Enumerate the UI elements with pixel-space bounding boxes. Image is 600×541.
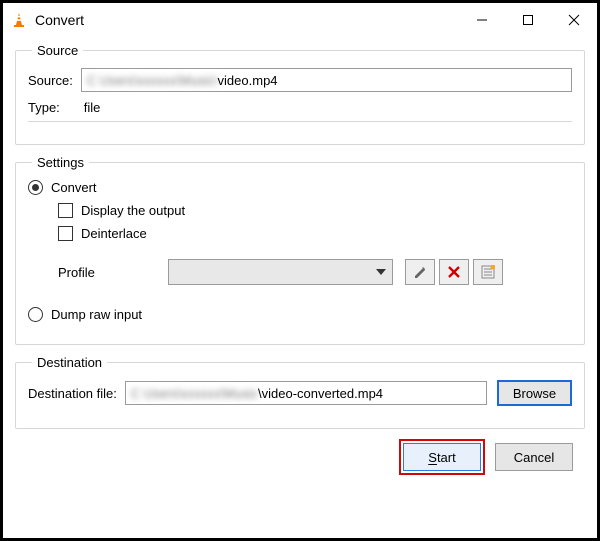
vlc-cone-icon [11, 12, 27, 28]
destination-path-obscured: C Users\xxxxxx\Music [131, 386, 258, 401]
convert-radio[interactable] [28, 180, 43, 195]
cancel-button[interactable]: Cancel [495, 443, 573, 471]
x-icon [448, 266, 460, 278]
destination-legend: Destination [32, 355, 107, 370]
type-label: Type: [28, 100, 60, 115]
convert-radio-row[interactable]: Convert [28, 180, 572, 195]
profile-combobox[interactable] [168, 259, 393, 285]
start-label: Start [428, 450, 455, 465]
settings-group: Settings Convert Display the output Dein… [15, 155, 585, 345]
deinterlace-row[interactable]: Deinterlace [58, 226, 572, 241]
dialog-footer: Start Cancel [15, 439, 585, 471]
destination-group: Destination Destination file: C Users\xx… [15, 355, 585, 429]
display-output-row[interactable]: Display the output [58, 203, 572, 218]
delete-profile-button[interactable] [439, 259, 469, 285]
new-list-icon [481, 265, 495, 279]
start-button[interactable]: Start [403, 443, 481, 471]
type-value: file [84, 100, 101, 115]
destination-input[interactable]: C Users\xxxxxx\Music \video-converted.mp… [125, 381, 487, 405]
browse-button[interactable]: Browse [497, 380, 572, 406]
profile-label: Profile [58, 265, 168, 280]
cancel-label: Cancel [514, 450, 554, 465]
destination-label: Destination file: [28, 386, 117, 401]
dialog-content: Source Source: C Users\xxxxxx\Music\ vid… [3, 37, 597, 481]
deinterlace-label: Deinterlace [81, 226, 147, 241]
minimize-button[interactable] [459, 3, 505, 37]
dump-radio-row[interactable]: Dump raw input [28, 307, 572, 322]
close-button[interactable] [551, 3, 597, 37]
dump-label: Dump raw input [51, 307, 142, 322]
window-title: Convert [35, 12, 459, 28]
settings-legend: Settings [32, 155, 89, 170]
browse-label: Browse [513, 386, 556, 401]
deinterlace-checkbox[interactable] [58, 226, 73, 241]
chevron-down-icon [376, 269, 386, 275]
wrench-icon [413, 265, 427, 279]
source-label: Source: [28, 73, 73, 88]
edit-profile-button[interactable] [405, 259, 435, 285]
window-controls [459, 3, 597, 37]
source-input[interactable]: C Users\xxxxxx\Music\ video.mp4 [81, 68, 572, 92]
source-path-visible: video.mp4 [218, 73, 278, 88]
destination-path-visible: \video-converted.mp4 [258, 386, 383, 401]
maximize-button[interactable] [505, 3, 551, 37]
source-path-obscured: C Users\xxxxxx\Music\ [87, 73, 218, 88]
dump-radio[interactable] [28, 307, 43, 322]
new-profile-button[interactable] [473, 259, 503, 285]
convert-label: Convert [51, 180, 97, 195]
source-legend: Source [32, 43, 83, 58]
source-group: Source Source: C Users\xxxxxx\Music\ vid… [15, 43, 585, 145]
display-output-label: Display the output [81, 203, 185, 218]
display-output-checkbox[interactable] [58, 203, 73, 218]
titlebar: Convert [3, 3, 597, 37]
